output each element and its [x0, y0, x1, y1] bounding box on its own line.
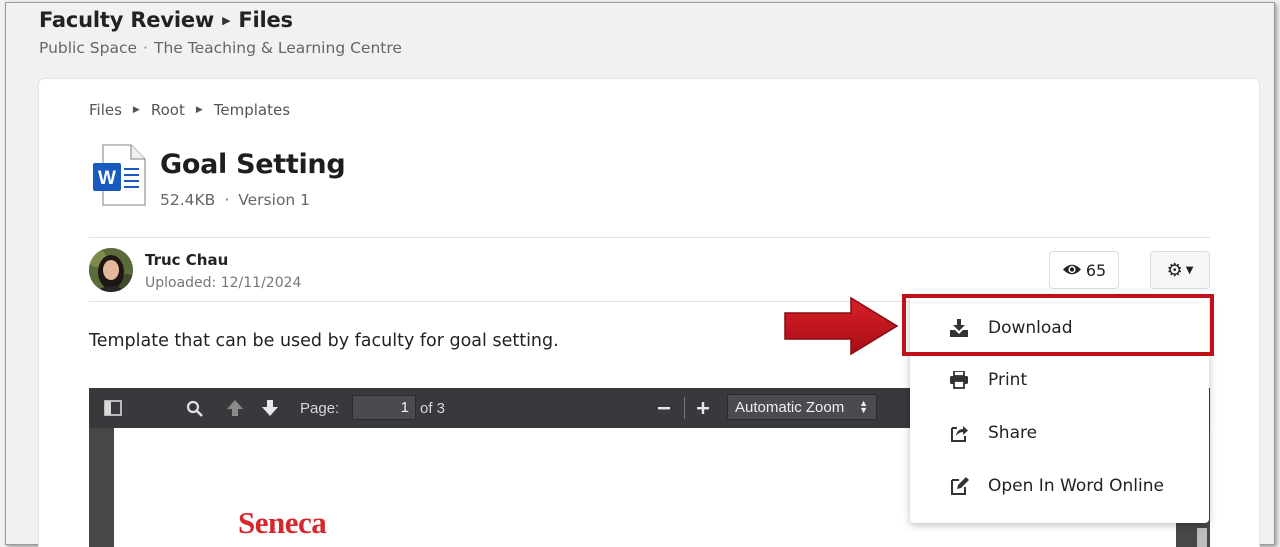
author-name[interactable]: Truc Chau [145, 251, 228, 269]
download-icon [948, 317, 970, 339]
document-logo-text: Seneca [238, 505, 327, 540]
word-document-icon: W [91, 143, 149, 207]
zoom-select[interactable]: Automatic Zoom ▲ ▼ [727, 394, 877, 420]
space-type: Public Space [39, 39, 138, 57]
menu-item-share[interactable]: Share [910, 408, 1209, 458]
chevron-down-icon: ▼ [1185, 264, 1194, 276]
menu-item-print[interactable]: Print [910, 355, 1209, 405]
edit-icon [948, 475, 970, 497]
select-arrows-icon: ▲ ▼ [859, 398, 868, 415]
file-size: 52.4KB [160, 191, 216, 209]
sidebar-toggle-icon[interactable] [101, 388, 125, 428]
page-subtitle: Public Space · The Teaching & Learning Cen… [39, 39, 402, 57]
previous-page-icon[interactable] [224, 388, 246, 428]
menu-item-download[interactable]: Download [910, 303, 1209, 353]
breadcrumb-templates[interactable]: Templates [214, 101, 290, 119]
breadcrumb: Files ▶ Root ▶ Templates [89, 101, 290, 119]
file-version: Version 1 [238, 191, 311, 209]
page-title: Faculty Review ▶ Files [39, 8, 402, 32]
caret-right-icon: ▶ [222, 13, 231, 27]
space-name-link[interactable]: The Teaching & Learning Centre [154, 39, 402, 57]
upload-date: Uploaded: 12/11/2024 [145, 275, 302, 291]
file-title: Goal Setting [160, 149, 346, 180]
views-button[interactable]: 65 [1049, 251, 1119, 289]
search-icon[interactable] [183, 388, 205, 428]
page-number-input[interactable] [352, 395, 416, 420]
zoom-out-icon[interactable] [655, 388, 673, 428]
svg-text:W: W [98, 168, 116, 189]
toolbar-separator [683, 388, 685, 428]
caret-right-icon: ▶ [195, 105, 203, 115]
menu-item-open-word-online[interactable]: Open In Word Online [910, 461, 1209, 511]
caret-right-icon: ▶ [132, 105, 140, 115]
settings-dropdown-menu: Download Print Share Open In Word Online [910, 295, 1209, 523]
page-label: Page: [300, 399, 340, 417]
avatar[interactable] [89, 248, 133, 292]
divider [89, 237, 1210, 238]
pdf-scrollbar[interactable] [1197, 528, 1207, 547]
page-total: of 3 [420, 399, 446, 417]
section-title: Files [238, 8, 293, 32]
page-header: Faculty Review ▶ Files Public Space · The … [39, 8, 402, 57]
group-link[interactable]: Faculty Review [39, 8, 214, 32]
breadcrumb-files[interactable]: Files [89, 101, 122, 119]
file-description: Template that can be used by faculty for… [89, 331, 559, 351]
menu-item-label: Share [988, 423, 1038, 443]
eye-icon [1062, 261, 1082, 280]
settings-dropdown-button[interactable]: ⚙ ▼ [1150, 251, 1210, 289]
menu-item-label: Open In Word Online [988, 476, 1164, 496]
gear-icon: ⚙ [1166, 259, 1183, 281]
print-icon [948, 369, 970, 391]
zoom-value: Automatic Zoom [735, 398, 845, 416]
share-icon [948, 422, 970, 444]
views-count: 65 [1085, 260, 1107, 280]
menu-item-label: Print [988, 370, 1028, 390]
file-meta: 52.4KB · Version 1 [160, 191, 311, 209]
next-page-icon[interactable] [259, 388, 281, 428]
breadcrumb-root[interactable]: Root [151, 101, 185, 119]
zoom-in-icon[interactable] [694, 388, 712, 428]
annotation-arrow-icon [783, 296, 900, 356]
menu-item-label: Download [988, 318, 1073, 338]
